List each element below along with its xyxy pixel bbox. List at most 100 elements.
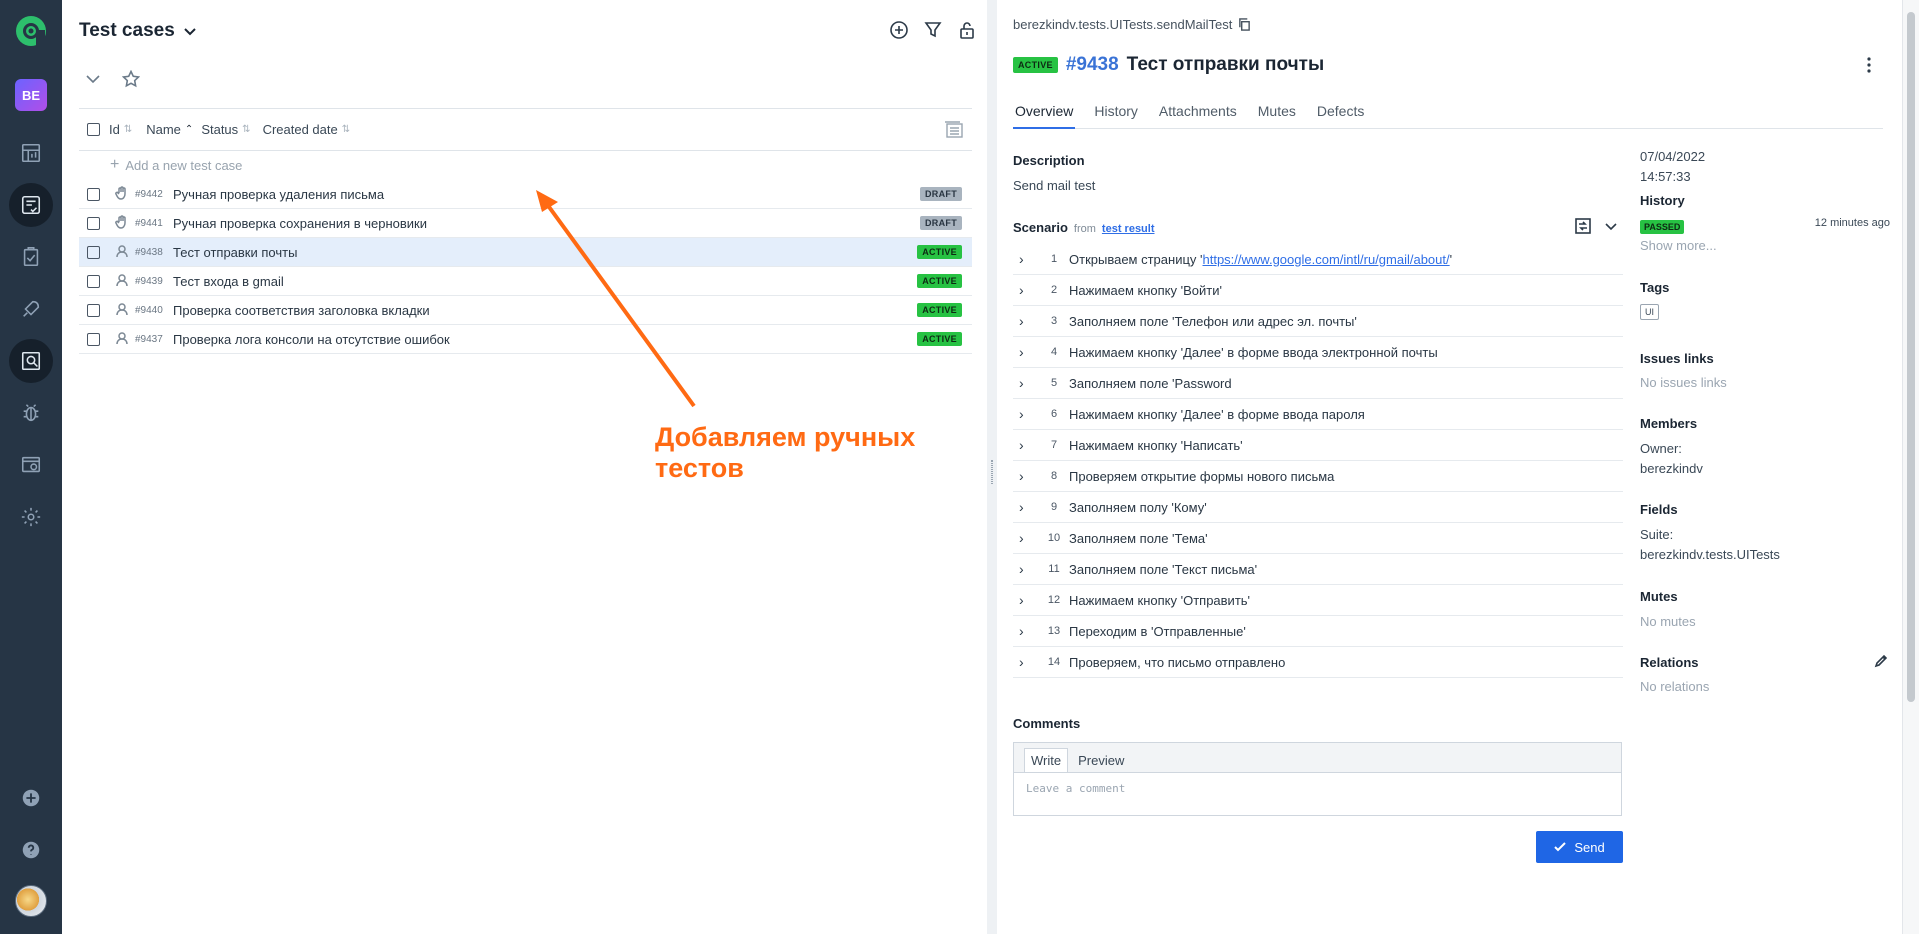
step-link[interactable]: https://www.google.com/intl/ru/gmail/abo… xyxy=(1203,252,1450,267)
scenario-step[interactable]: › 12 Нажимаем кнопку 'Отправить' xyxy=(1013,585,1623,616)
nav-test-plans[interactable] xyxy=(9,235,53,279)
chevron-right-icon[interactable]: › xyxy=(1019,282,1039,298)
step-number: 5 xyxy=(1050,377,1058,389)
comment-input[interactable]: Leave a comment xyxy=(1014,773,1621,804)
table-row[interactable]: #9441 Ручная проверка сохранения в чернов… xyxy=(79,209,972,238)
scenario-source-link[interactable]: test result xyxy=(1102,223,1155,235)
step-number: 8 xyxy=(1050,470,1058,482)
tab-mutes[interactable]: Mutes xyxy=(1256,103,1298,129)
chevron-right-icon[interactable]: › xyxy=(1019,530,1039,546)
table-row[interactable]: #9437 Проверка лога консоли на отсутствие… xyxy=(79,325,972,354)
chevron-right-icon[interactable]: › xyxy=(1019,468,1039,484)
panel-splitter[interactable] xyxy=(987,0,997,934)
row-checkbox[interactable] xyxy=(87,332,100,346)
chevron-right-icon[interactable]: › xyxy=(1019,654,1039,670)
chevron-right-icon[interactable]: › xyxy=(1019,561,1039,577)
scenario-step[interactable]: › 1 Открываем страницу 'https://www.google… xyxy=(1013,244,1623,275)
nav-dashboard[interactable] xyxy=(9,131,53,175)
comment-tab-preview[interactable]: Preview xyxy=(1072,749,1130,772)
add-test-case-row[interactable]: + Add a new test case xyxy=(110,151,242,179)
scenario-expand-button[interactable] xyxy=(1602,217,1620,240)
scenario-step[interactable]: › 7 Нажимаем кнопку 'Написать' xyxy=(1013,430,1623,461)
chevron-right-icon[interactable]: › xyxy=(1019,313,1039,329)
row-checkbox[interactable] xyxy=(87,303,100,317)
page-scrollbar[interactable] xyxy=(1902,0,1919,934)
select-all-checkbox[interactable] xyxy=(87,123,100,136)
scenario-step[interactable]: › 3 Заполняем поле 'Телефон или адрес эл. … xyxy=(1013,306,1623,337)
row-checkbox[interactable] xyxy=(87,187,100,201)
comment-editor: Write Preview Leave a comment xyxy=(1013,742,1622,816)
table-row[interactable]: #9440 Проверка соответствия заголовка вкл… xyxy=(79,296,972,325)
nav-jobs[interactable] xyxy=(9,443,53,487)
scrollbar-thumb[interactable] xyxy=(1907,12,1915,702)
scenario-step[interactable]: › 5 Заполняем поле 'Password xyxy=(1013,368,1623,399)
history-entry[interactable]: PASSED 12 minutes ago xyxy=(1640,217,1890,235)
chevron-right-icon[interactable]: › xyxy=(1019,406,1039,422)
edit-relations-button[interactable] xyxy=(1874,654,1890,670)
column-created-date[interactable]: Created date ⇅ xyxy=(263,122,351,137)
nav-test-cases[interactable] xyxy=(9,183,53,227)
column-status[interactable]: Status ⇅ xyxy=(201,122,250,137)
chevron-right-icon[interactable]: › xyxy=(1019,499,1039,515)
scenario-step[interactable]: › 14 Проверяем, что письмо отправлено xyxy=(1013,647,1623,678)
step-text: Заполняем поле 'Тема' xyxy=(1069,530,1208,546)
column-id[interactable]: Id ⇅ xyxy=(109,122,132,137)
column-name[interactable]: Name ⌃ xyxy=(146,122,193,137)
add-test-case-button[interactable] xyxy=(889,20,909,45)
page-title[interactable]: Test cases xyxy=(79,20,197,42)
scenario-step[interactable]: › 11 Заполняем поле 'Текст письма' xyxy=(1013,554,1623,585)
chevron-right-icon[interactable]: › xyxy=(1019,623,1039,639)
copy-icon[interactable] xyxy=(1238,18,1251,31)
chevron-right-icon[interactable]: › xyxy=(1019,344,1039,360)
scenario-convert-button[interactable] xyxy=(1574,217,1592,240)
chevron-down-icon xyxy=(86,75,100,84)
send-button[interactable]: Send xyxy=(1536,831,1623,863)
step-text: Открываем страницу 'https://www.google.c… xyxy=(1069,251,1453,267)
project-badge[interactable]: BE xyxy=(15,79,47,111)
nav-settings[interactable] xyxy=(9,495,53,539)
row-checkbox[interactable] xyxy=(87,274,100,288)
tab-overview[interactable]: Overview xyxy=(1013,103,1076,129)
nav-help[interactable] xyxy=(9,828,53,872)
test-case-number[interactable]: #9438 xyxy=(1066,54,1119,76)
nav-analytics[interactable] xyxy=(9,339,53,383)
chevron-right-icon[interactable]: › xyxy=(1019,592,1039,608)
info-sidebar: 07/04/2022 14:57:33 History PASSED 12 mi… xyxy=(1640,147,1890,694)
scenario-step[interactable]: › 4 Нажимаем кнопку 'Далее' в форме ввода … xyxy=(1013,337,1623,368)
table-header: Id ⇅ Name ⌃ Status ⇅ Created date ⇅ xyxy=(79,108,972,151)
table-row[interactable]: #9442 Ручная проверка удаления письма DRAF… xyxy=(79,180,972,209)
chevron-right-icon[interactable]: › xyxy=(1019,375,1039,391)
tab-attachments[interactable]: Attachments xyxy=(1157,103,1239,129)
scenario-step[interactable]: › 13 Переходим в 'Отправленные' xyxy=(1013,616,1623,647)
table-row[interactable]: #9438 Тест отправки почты ACTIVE xyxy=(79,238,972,267)
app-logo-icon[interactable] xyxy=(14,14,48,48)
comment-tab-write[interactable]: Write xyxy=(1024,748,1069,772)
filter-button[interactable] xyxy=(923,20,943,45)
favorite-button[interactable] xyxy=(121,69,141,93)
nav-defects[interactable] xyxy=(9,391,53,435)
scenario-step[interactable]: › 6 Нажимаем кнопку 'Далее' в форме ввода … xyxy=(1013,399,1623,430)
more-vertical-icon[interactable] xyxy=(1866,56,1872,74)
nav-add[interactable] xyxy=(9,776,53,820)
jobs-icon xyxy=(21,456,41,473)
tab-history[interactable]: History xyxy=(1092,103,1140,129)
chevron-right-icon[interactable]: › xyxy=(1019,251,1039,267)
avatar[interactable] xyxy=(15,885,47,917)
collapse-button[interactable] xyxy=(84,70,102,93)
tab-defects[interactable]: Defects xyxy=(1315,103,1366,129)
row-id: #9438 xyxy=(135,246,163,258)
lock-button[interactable] xyxy=(957,20,977,45)
sort-icon: ⇅ xyxy=(123,124,133,135)
nav-launches[interactable] xyxy=(9,287,53,331)
scenario-step[interactable]: › 10 Заполняем поле 'Тема' xyxy=(1013,523,1623,554)
column-settings-icon[interactable] xyxy=(944,121,964,139)
row-checkbox[interactable] xyxy=(87,245,100,259)
show-more-link[interactable]: Show more... xyxy=(1640,238,1717,253)
row-checkbox[interactable] xyxy=(87,216,100,230)
scenario-step[interactable]: › 8 Проверяем открытие формы нового письма xyxy=(1013,461,1623,492)
scenario-step[interactable]: › 9 Заполняем полу 'Кому' xyxy=(1013,492,1623,523)
scenario-step[interactable]: › 2 Нажимаем кнопку 'Войти' xyxy=(1013,275,1623,306)
chevron-right-icon[interactable]: › xyxy=(1019,437,1039,453)
table-row[interactable]: #9439 Тест входа в gmail ACTIVE xyxy=(79,267,972,296)
tag-chip[interactable]: UI xyxy=(1640,304,1659,320)
